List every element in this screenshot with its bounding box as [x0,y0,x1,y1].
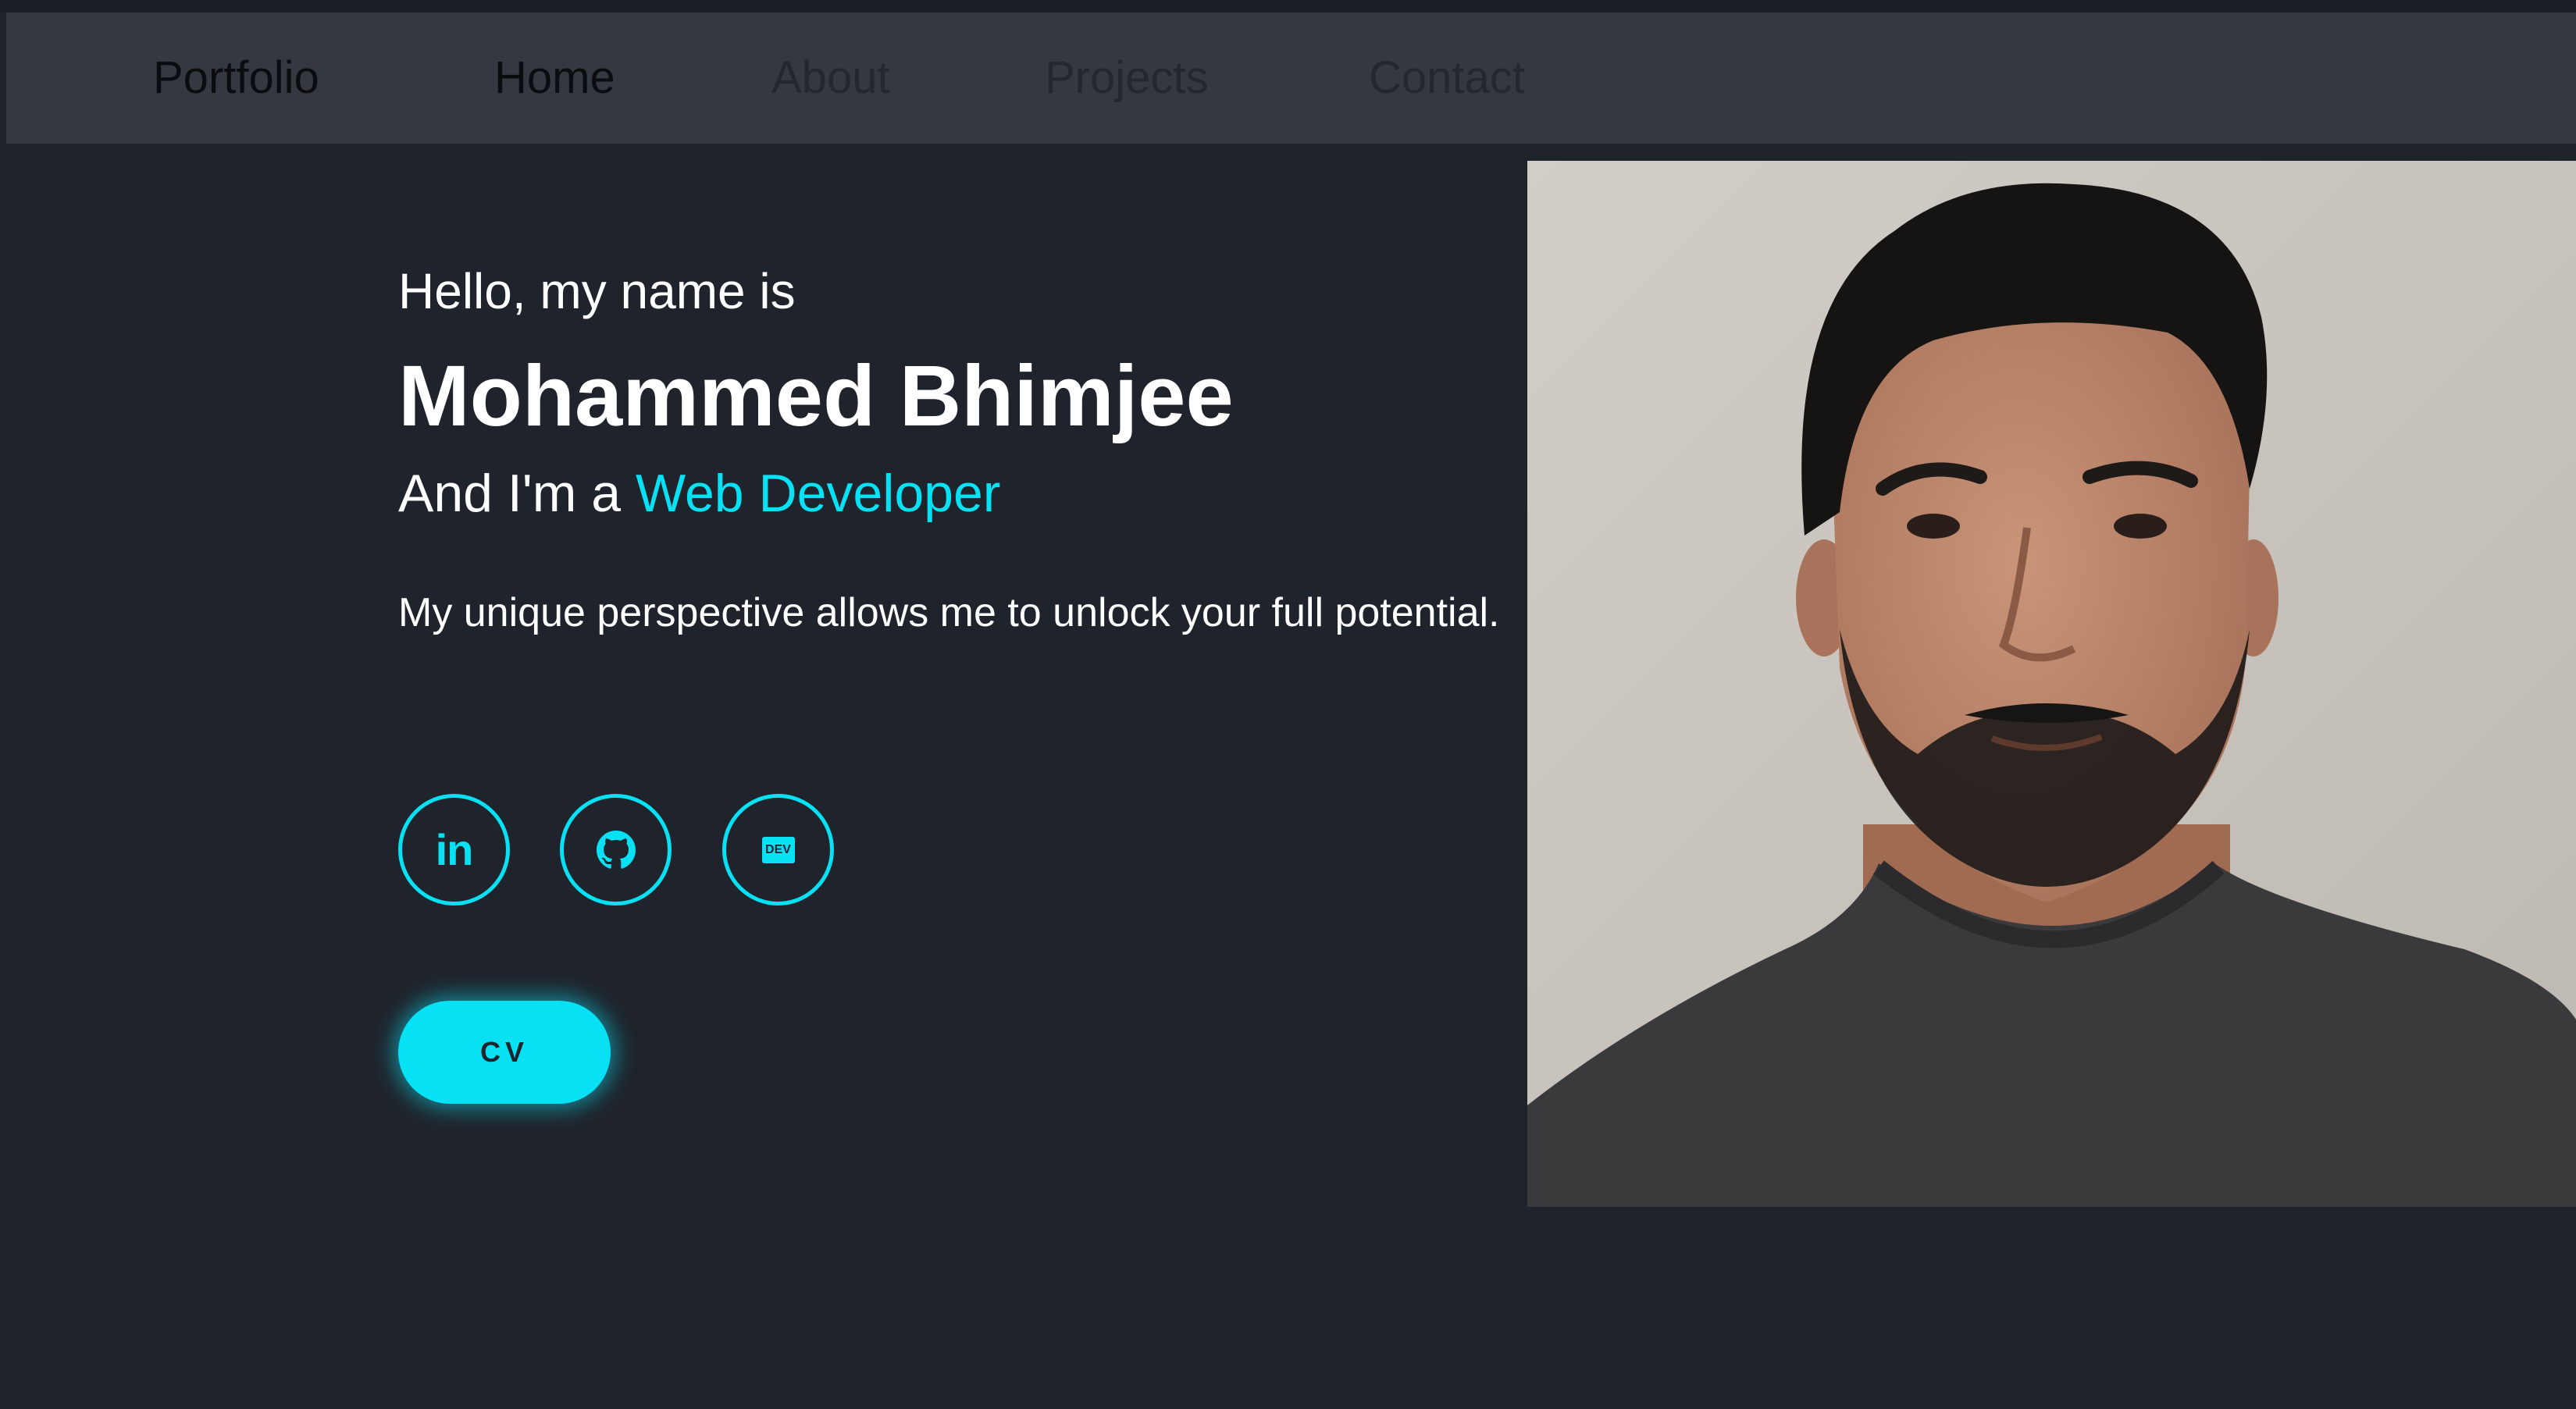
hero-name: Mohammed Bhimjee [398,348,1234,444]
hero-role-prefix: And I'm a [398,464,636,523]
nav-projects[interactable]: Projects [1045,12,1209,144]
hero-role: And I'm a Web Developer [398,463,1000,524]
profile-photo-graphic [1527,161,2576,1207]
github-icon [596,830,636,869]
linkedin-icon: in [435,825,474,874]
hero-role-highlight: Web Developer [636,464,1001,523]
navbar: Portfolio Home About Projects Contact [6,12,2576,144]
nav-home[interactable]: Home [494,12,615,144]
hero-greeting: Hello, my name is [398,263,796,319]
dev-link[interactable]: DEV [722,794,834,906]
nav-about[interactable]: About [771,12,890,144]
top-strip [0,0,2576,12]
hero-tagline: My unique perspective allows me to unloc… [398,590,1500,635]
profile-photo [1527,161,2576,1207]
nav-brand[interactable]: Portfolio [153,12,319,144]
cv-button[interactable]: CV [398,1001,611,1104]
nav-contact[interactable]: Contact [1369,12,1525,144]
dev-icon: DEV [761,836,795,863]
github-link[interactable] [560,794,672,906]
linkedin-link[interactable]: in [398,794,510,906]
